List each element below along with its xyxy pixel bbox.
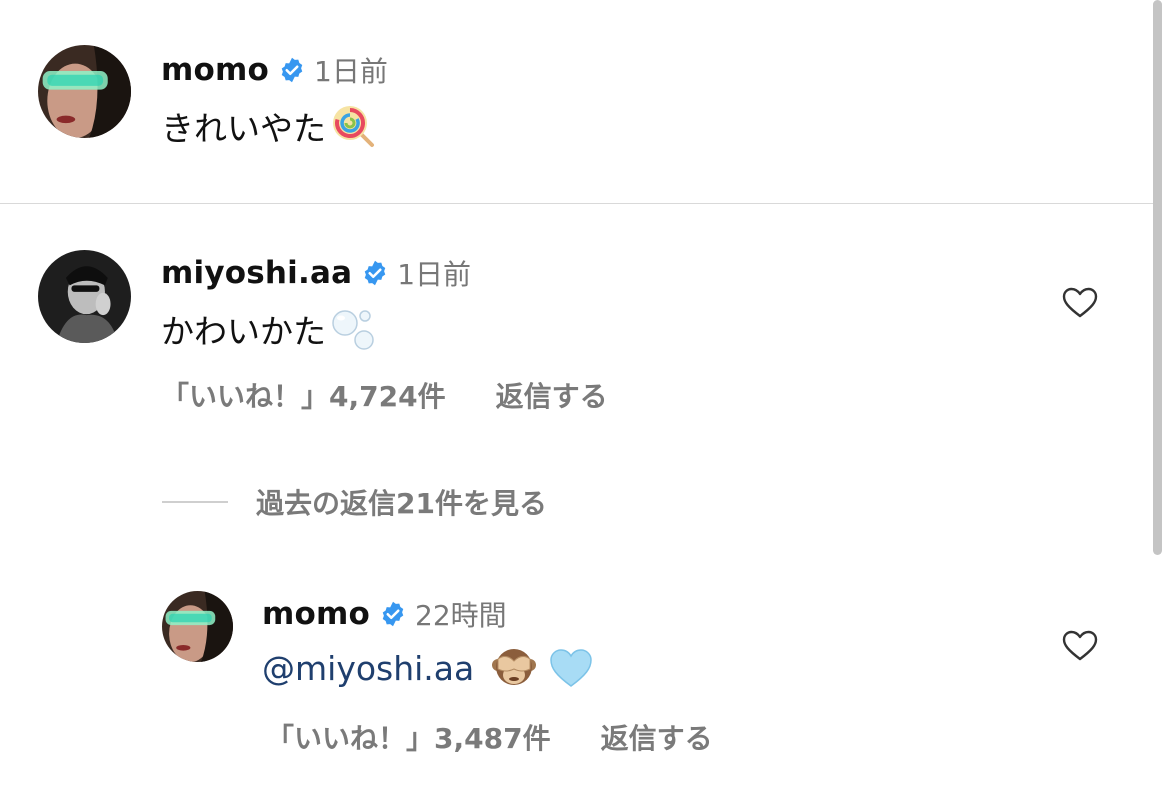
see-no-evil-monkey-icon: [490, 645, 538, 691]
verified-badge-icon: [278, 56, 306, 84]
verified-badge-icon: [361, 259, 389, 287]
reply-button[interactable]: 返信する: [601, 717, 713, 757]
timestamp: 1日前: [397, 258, 472, 291]
comment-text: かわいかた: [161, 312, 326, 351]
reply-button[interactable]: 返信する: [496, 375, 608, 415]
avatar-momo-reply[interactable]: [162, 591, 233, 662]
heart-icon[interactable]: [1062, 287, 1098, 319]
avatar-momo[interactable]: [38, 45, 131, 138]
mention-link[interactable]: @miyoshi.aa: [262, 649, 474, 688]
comment-meta: 「いいね！」4,724件 返信する: [161, 375, 608, 415]
bubbles-icon: [330, 306, 378, 352]
lollipop-icon: [330, 103, 376, 149]
view-replies-button[interactable]: 過去の返信21件を見る: [162, 482, 547, 522]
verified-badge-icon: [379, 600, 407, 628]
reply-header: momo 22時間: [262, 594, 507, 634]
username[interactable]: miyoshi.aa: [161, 255, 352, 291]
comment-header: miyoshi.aa 1日前: [161, 253, 471, 293]
replies-line: [162, 501, 228, 503]
heart-icon[interactable]: [1062, 630, 1098, 662]
reply-meta: 「いいね！」3,487件 返信する: [266, 717, 713, 757]
avatar-miyoshi[interactable]: [38, 250, 131, 343]
username[interactable]: momo: [161, 52, 269, 88]
username[interactable]: momo: [262, 596, 370, 632]
reply-body: @miyoshi.aa: [262, 645, 594, 691]
view-replies-label[interactable]: 過去の返信21件を見る: [256, 482, 547, 522]
post-caption: きれいやた: [161, 102, 376, 150]
post-header: momo 1日前: [161, 50, 388, 90]
comment-body: かわいかた: [161, 305, 378, 353]
light-blue-heart-icon: [548, 647, 594, 689]
timestamp: 22時間: [415, 599, 507, 632]
timestamp: 1日前: [314, 55, 388, 88]
likes-count[interactable]: 「いいね！」4,724件: [161, 375, 446, 415]
divider: [0, 203, 1155, 204]
likes-count[interactable]: 「いいね！」3,487件: [266, 717, 551, 757]
caption-text: きれいやた: [161, 109, 326, 148]
scrollbar[interactable]: [1153, 0, 1162, 555]
